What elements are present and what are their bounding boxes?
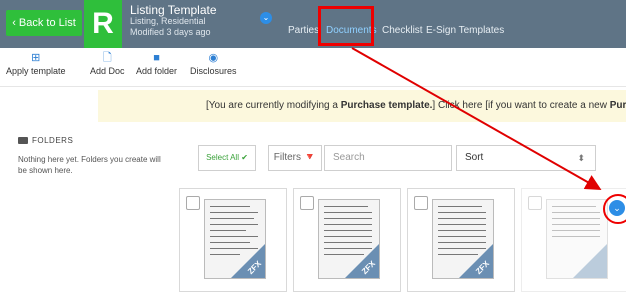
- card-options-chevron-icon[interactable]: ⌄: [609, 200, 625, 216]
- annotation-arrow: [351, 47, 602, 190]
